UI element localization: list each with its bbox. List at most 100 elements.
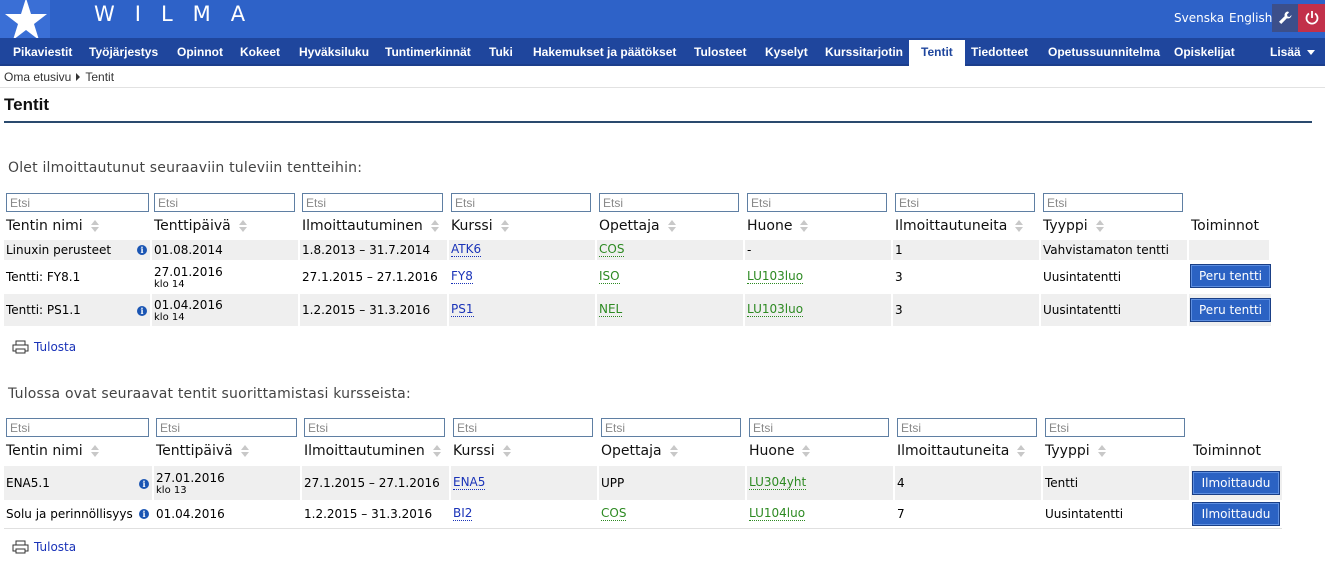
print-upcoming-link[interactable]: Tulosta [12, 540, 76, 554]
settings-button[interactable] [1272, 4, 1298, 32]
filter-type-input[interactable] [1043, 193, 1183, 212]
room-link[interactable]: LU103luo [747, 303, 804, 317]
filter-count-input[interactable] [895, 193, 1035, 212]
column-header-date[interactable]: Tenttipäivä [154, 218, 247, 234]
column-header-label: Tyyppi [1045, 443, 1090, 459]
filter-course-input[interactable] [451, 193, 591, 212]
teacher-link[interactable]: ISO [599, 270, 620, 284]
nav-item-opetussuunnitelma[interactable]: Opetussuunnitelma [1048, 38, 1160, 66]
nav-item-tuntimerkinnat[interactable]: Tuntimerkinnät [385, 38, 471, 66]
course-link[interactable]: ENA5 [453, 476, 486, 490]
teacher-link[interactable]: COS [599, 243, 625, 257]
info-icon[interactable]: i [137, 245, 147, 255]
filter-type-input[interactable] [1045, 418, 1185, 437]
star-logo-icon[interactable] [0, 0, 50, 38]
filter-count-input[interactable] [897, 418, 1037, 437]
nav-item-tiedotteet[interactable]: Tiedotteet [971, 38, 1028, 66]
language-svenska-link[interactable]: Svenska [1174, 11, 1224, 25]
column-header-enrollment[interactable]: Ilmoittautuminen [302, 218, 439, 234]
exam-name: Linuxin perusteet [6, 243, 112, 257]
filter-enrollment-input[interactable] [304, 418, 445, 437]
nav-item-kokeet[interactable]: Kokeet [240, 38, 280, 66]
filter-teacher-input[interactable] [601, 418, 741, 437]
print-registered-link[interactable]: Tulosta [12, 340, 76, 354]
column-header-label: Tyyppi [1043, 218, 1088, 234]
cell-date: 01.04.2016 klo 14 [152, 294, 300, 326]
nav-item-kurssitarjotin[interactable]: Kurssitarjotin [825, 38, 903, 66]
column-header-room[interactable]: Huone [747, 218, 809, 234]
table-row: Tentti: PS1.1 i 01.04.2016 klo 14 1.2.2015… [4, 294, 1271, 326]
enrolled-count: 7 [897, 507, 905, 521]
enroll-button[interactable]: Ilmoittaudu [1192, 471, 1280, 495]
logout-button[interactable] [1298, 4, 1325, 32]
nav-item-opiskelijat[interactable]: Opiskelijat [1174, 38, 1235, 66]
room-link[interactable]: LU103luo [747, 270, 804, 284]
filter-teacher-input[interactable] [599, 193, 739, 212]
column-header-label: Ilmoittautuneita [897, 443, 1010, 459]
info-icon[interactable]: i [139, 479, 149, 489]
column-header-name[interactable]: Tentin nimi [6, 218, 99, 234]
nav-item-hyvaksiluku[interactable]: Hyväksiluku [299, 38, 369, 66]
course-link[interactable]: FY8 [451, 270, 473, 284]
breadcrumb-home-link[interactable]: Oma etusivu [4, 70, 71, 84]
column-header-teacher[interactable]: Opettaja [599, 218, 676, 234]
info-icon[interactable]: i [137, 306, 147, 316]
filter-course-input[interactable] [453, 418, 593, 437]
teacher-link[interactable]: NEL [599, 303, 623, 317]
room-link[interactable]: LU304yht [749, 476, 807, 490]
nav-item-tentit[interactable]: Tentit [909, 40, 965, 68]
column-header-course[interactable]: Kurssi [451, 218, 509, 234]
info-icon[interactable]: i [139, 509, 149, 519]
cell-count: 7 [895, 500, 1043, 528]
filter-name-input[interactable] [6, 193, 149, 212]
printer-icon [12, 340, 29, 354]
enroll-button[interactable]: Ilmoittaudu [1192, 502, 1280, 526]
room-link[interactable]: LU104luo [749, 507, 806, 521]
column-header-teacher[interactable]: Opettaja [601, 443, 678, 459]
column-header-count[interactable]: Ilmoittautuneita [895, 218, 1024, 234]
course-link[interactable]: BI2 [453, 507, 473, 521]
cell-type: Uusintatentti [1043, 500, 1191, 528]
nav-item-hakemukset[interactable]: Hakemukset ja päätökset [533, 38, 676, 66]
column-header-type[interactable]: Tyyppi [1043, 218, 1104, 234]
column-header-date[interactable]: Tenttipäivä [156, 443, 249, 459]
column-header-enrollment[interactable]: Ilmoittautuminen [304, 443, 441, 459]
column-header-room[interactable]: Huone [749, 443, 811, 459]
sort-icon [500, 220, 509, 232]
filter-name-input[interactable] [6, 418, 149, 437]
cancel-exam-button[interactable]: Peru tentti [1190, 298, 1271, 322]
course-link[interactable]: ATK6 [451, 243, 482, 257]
filter-date-input[interactable] [154, 193, 295, 212]
cancel-exam-button[interactable]: Peru tentti [1190, 264, 1271, 288]
filter-enrollment-input[interactable] [302, 193, 443, 212]
cell-room: - [745, 240, 893, 260]
enrollment-period: 1.2.2015 – 31.3.2016 [302, 303, 431, 317]
column-header-course[interactable]: Kurssi [453, 443, 511, 459]
cell-teacher: ISO [597, 260, 745, 294]
nav-item-kyselyt[interactable]: Kyselyt [765, 38, 808, 66]
cell-count: 1 [893, 240, 1041, 260]
column-header-actions: Toiminnot [1193, 443, 1261, 459]
teacher-value: UPP [601, 476, 625, 490]
language-english-link[interactable]: English [1229, 11, 1272, 25]
nav-item-tyojarjestys[interactable]: Työjärjestys [89, 38, 158, 66]
teacher-link[interactable]: COS [601, 507, 627, 521]
exam-time: klo 14 [154, 278, 185, 290]
nav-item-tulosteet[interactable]: Tulosteet [694, 38, 746, 66]
nav-item-tuki[interactable]: Tuki [489, 38, 513, 66]
nav-item-opinnot[interactable]: Opinnot [177, 38, 223, 66]
column-header-type[interactable]: Tyyppi [1045, 443, 1106, 459]
column-header-count[interactable]: Ilmoittautuneita [897, 443, 1026, 459]
course-link[interactable]: PS1 [451, 303, 474, 317]
cell-enrollment: 1.2.2015 – 31.3.2016 [300, 294, 449, 326]
exam-date: 01.08.2014 [154, 243, 223, 257]
nav-more-menu[interactable]: Lisää [1270, 38, 1315, 66]
filter-room-input[interactable] [747, 193, 887, 212]
filter-room-input[interactable] [749, 418, 889, 437]
sort-icon [432, 445, 441, 457]
column-header-name[interactable]: Tentin nimi [6, 443, 99, 459]
cell-enrollment: 27.1.2015 – 27.1.2016 [302, 466, 451, 500]
cell-enrollment: 27.1.2015 – 27.1.2016 [300, 260, 449, 294]
nav-item-pikaviestit[interactable]: Pikaviestit [13, 38, 72, 66]
filter-date-input[interactable] [156, 418, 297, 437]
